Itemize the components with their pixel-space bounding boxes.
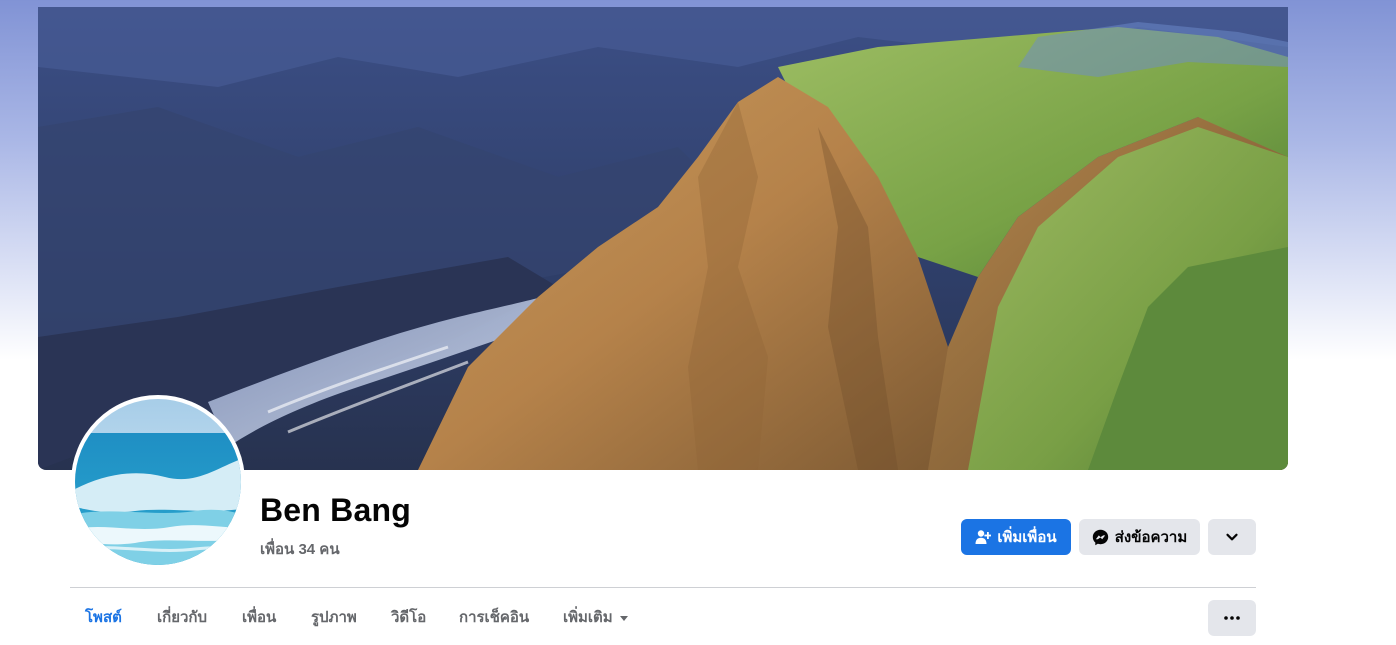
tab-friends[interactable]: เพื่อน — [242, 598, 276, 638]
person-add-icon — [975, 529, 992, 545]
ellipsis-icon — [1224, 616, 1240, 620]
tab-label: วิดีโอ — [391, 609, 427, 626]
profile-name: Ben Bang — [260, 492, 411, 528]
profile-picture-frame[interactable] — [71, 395, 245, 569]
chevron-down-icon — [1225, 530, 1239, 544]
add-friend-label: เพิ่มเพื่อน — [997, 529, 1057, 546]
tab-more[interactable]: เพิ่มเติม — [563, 598, 628, 638]
tab-checkins[interactable]: การเช็คอิน — [459, 598, 529, 638]
tab-label: รูปภาพ — [311, 609, 357, 626]
tab-label: เพื่อน — [242, 609, 277, 626]
message-label: ส่งข้อความ — [1114, 529, 1188, 546]
tab-videos[interactable]: วิดีโอ — [391, 598, 426, 638]
cover-photo[interactable] — [38, 7, 1288, 470]
messenger-icon — [1092, 529, 1109, 546]
tab-options-button[interactable] — [1208, 600, 1256, 636]
tab-about[interactable]: เกี่ยวกับ — [157, 598, 207, 638]
friends-count[interactable]: เพื่อน 34 คน — [260, 537, 340, 561]
message-button[interactable]: ส่งข้อความ — [1079, 519, 1200, 555]
add-friend-button[interactable]: เพิ่มเพื่อน — [961, 519, 1071, 555]
cover-photo-image — [38, 7, 1288, 470]
caret-down-icon — [619, 615, 628, 621]
header-divider — [70, 587, 1256, 588]
tab-label: เกี่ยวกับ — [157, 609, 208, 626]
profile-picture-image — [75, 399, 241, 565]
tab-label: เพิ่มเติม — [563, 609, 613, 626]
tab-label: การเช็คอิน — [459, 609, 530, 626]
profile-picture[interactable] — [75, 399, 241, 565]
tab-posts[interactable]: โพสต์ — [85, 598, 122, 638]
tab-photos[interactable]: รูปภาพ — [311, 598, 357, 638]
profile-dropdown-button[interactable] — [1208, 519, 1256, 555]
tab-label: โพสต์ — [85, 609, 122, 626]
